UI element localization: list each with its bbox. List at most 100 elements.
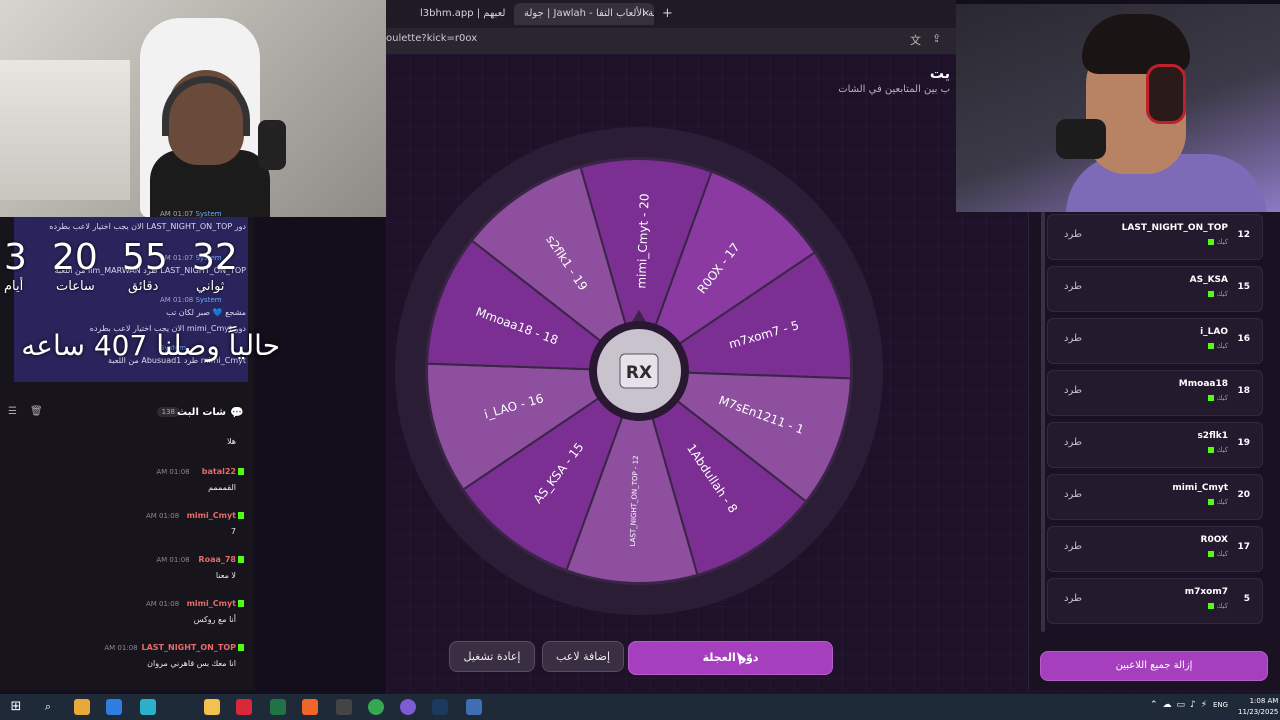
player-card: طرد LAST_NIGHT_ON_TOP كيك 12 <box>1047 214 1263 260</box>
chat-username[interactable]: Roaa_78 <box>198 555 236 564</box>
excel-icon[interactable] <box>270 699 286 715</box>
file-explorer-icon[interactable] <box>204 699 220 715</box>
filter-icon[interactable]: ☰ <box>8 406 17 417</box>
player-number: 5 <box>1243 594 1250 604</box>
kick-logo-icon <box>1207 291 1214 297</box>
windows-start-icon[interactable]: ⊞ <box>8 699 24 715</box>
chat-timestamp: AM 01:08 <box>104 644 138 652</box>
kick-player-button[interactable]: طرد <box>1064 541 1082 552</box>
share-icon[interactable]: ⇪ <box>932 32 941 45</box>
trash-icon[interactable]: 🗑 <box>30 406 43 417</box>
chat-icon: 💬 <box>230 406 244 419</box>
kick-logo-icon <box>1207 447 1214 453</box>
countdown-hours-label: ساعات <box>56 279 95 294</box>
player-name: i_LAO <box>1200 327 1228 337</box>
kick-player-button[interactable]: طرد <box>1064 489 1082 500</box>
chat-timestamp: AM 01:08 <box>145 600 180 608</box>
player-platform-label: كيك <box>1216 342 1228 350</box>
page-title: يت <box>929 66 950 82</box>
add-player-button[interactable]: إضافة لاعب <box>542 641 624 672</box>
player-platform-label: كيك <box>1216 290 1228 298</box>
player-number: 16 <box>1237 334 1250 344</box>
player-number: 18 <box>1237 386 1250 396</box>
chat-username[interactable]: batal22 <box>202 467 236 476</box>
microphone <box>258 120 286 170</box>
kick-player-button[interactable]: طرد <box>1064 281 1082 292</box>
new-tab-button[interactable]: + <box>662 3 673 25</box>
kick-player-button[interactable]: طرد <box>1064 333 1082 344</box>
kick-player-button[interactable]: طرد <box>1064 385 1082 396</box>
brave-browser-icon[interactable] <box>302 699 318 715</box>
countdown-minutes-label: دقائق <box>128 279 159 294</box>
subathon-countdown: 3 20 55 32 أيام ساعات دقائق ثواني <box>0 237 254 317</box>
players-scrollbar[interactable] <box>1041 212 1045 632</box>
kick-player-button[interactable]: طرد <box>1064 229 1082 240</box>
chrome-icon[interactable] <box>368 699 384 715</box>
player-platform-label: كيك <box>1216 446 1228 454</box>
player-name: LAST_NIGHT_ON_TOP <box>1121 223 1228 233</box>
system-message-text: دور LAST_NIGHT_ON_TOP الان يجب اختيار لا… <box>49 222 246 231</box>
spin-wheel-button[interactable]: دوّر العجلة <box>628 641 833 675</box>
player-name: AS_KSA <box>1189 275 1228 285</box>
system-tray-icons[interactable]: ⌃☁▭♪⚡ <box>1150 700 1212 710</box>
chat-username[interactable]: mimi_Cmyt <box>187 511 236 520</box>
browser-tab[interactable]: l3bhm.app | لعبهم <box>410 3 510 25</box>
steam-icon[interactable] <box>432 699 448 715</box>
language-indicator[interactable]: ENG <box>1213 701 1228 709</box>
player-platform-label: كيك <box>1216 238 1228 246</box>
store-icon[interactable] <box>106 699 122 715</box>
obs-icon[interactable] <box>400 699 416 715</box>
url-text[interactable]: oulette?kick=r0ox <box>386 33 477 44</box>
kick-logo-icon <box>1207 343 1214 349</box>
chat-timestamp: AM 01:08 <box>156 468 190 476</box>
close-tab-icon[interactable]: × <box>642 3 650 25</box>
chat-message-text: أنا مع روكس <box>193 615 236 624</box>
player-platform: كيك <box>1207 290 1228 298</box>
browser-tab-active[interactable]: جولة | Jawlah - منصة الألعاب التفا × <box>514 3 654 25</box>
wps-office-icon[interactable] <box>236 699 252 715</box>
countdown-hours: 20 <box>52 237 98 278</box>
remove-all-players-button[interactable]: إزالة جميع اللاعبين <box>1040 651 1268 681</box>
player-platform-label: كيك <box>1216 498 1228 506</box>
player-card: طرد AS_KSA كيك 15 <box>1047 266 1263 312</box>
chat-message-text: انا معك بس قاهرني مروان <box>147 659 236 668</box>
kick-badge-icon <box>238 512 244 519</box>
kick-player-button[interactable]: طرد <box>1064 593 1082 604</box>
app-icon[interactable] <box>336 699 352 715</box>
system-message-meta: AM 01:07 System <box>160 210 222 218</box>
widgets-icon[interactable] <box>74 699 90 715</box>
message-time: AM 01:07 <box>160 210 194 218</box>
player-name: R0OX <box>1200 535 1228 545</box>
player-platform: كيك <box>1207 238 1228 246</box>
kick-badge-icon <box>238 600 244 607</box>
player-number: 12 <box>1237 230 1250 240</box>
chat-username[interactable]: mimi_Cmyt <box>187 599 236 608</box>
player-platform: كيك <box>1207 394 1228 402</box>
player-platform-label: كيك <box>1216 602 1228 610</box>
kick-player-button[interactable]: طرد <box>1064 437 1082 448</box>
player-number: 19 <box>1237 438 1250 448</box>
player-card: طرد s2flk1 كيك 19 <box>1047 422 1263 468</box>
translate-icon[interactable]: 文 <box>910 32 921 48</box>
clock[interactable]: 1:08 AM 11/23/2025 <box>1238 696 1278 718</box>
player-platform: كيك <box>1207 446 1228 454</box>
player-platform-label: كيك <box>1216 394 1228 402</box>
kick-logo-icon <box>1207 239 1214 245</box>
windows-taskbar: ⊞ ⌕ ⌃☁▭♪⚡ ENG 1:08 AM 11/23/2025 <box>0 694 1280 720</box>
edge-icon[interactable] <box>140 699 156 715</box>
headphones <box>1146 64 1186 124</box>
player-name: s2flk1 <box>1197 431 1228 441</box>
address-bar[interactable]: oulette?kick=r0ox 文 ⇪ <box>386 28 956 54</box>
player-name: Mmoaa18 <box>1178 379 1228 389</box>
shield-icon[interactable] <box>466 699 482 715</box>
player-card: طرد m7xom7 كيك 5 <box>1047 578 1263 624</box>
chat-message-text: 7 <box>230 527 236 536</box>
chat-username[interactable]: LAST_NIGHT_ON_TOP <box>141 643 236 652</box>
search-icon[interactable]: ⌕ <box>40 699 56 715</box>
roulette-wheel[interactable]: R0OX - 17m7xom7 - 5M7sEn1211 - 11Abdulla… <box>394 126 884 616</box>
player-name: mimi_Cmyt <box>1172 483 1228 493</box>
page-subtitle: ب بين المتابعين في الشات <box>838 84 950 95</box>
restart-button[interactable]: إعادة تشغيل <box>449 641 535 672</box>
wheel-center-logo: RX <box>626 363 652 383</box>
chat-message-text: القمممم <box>208 483 236 492</box>
